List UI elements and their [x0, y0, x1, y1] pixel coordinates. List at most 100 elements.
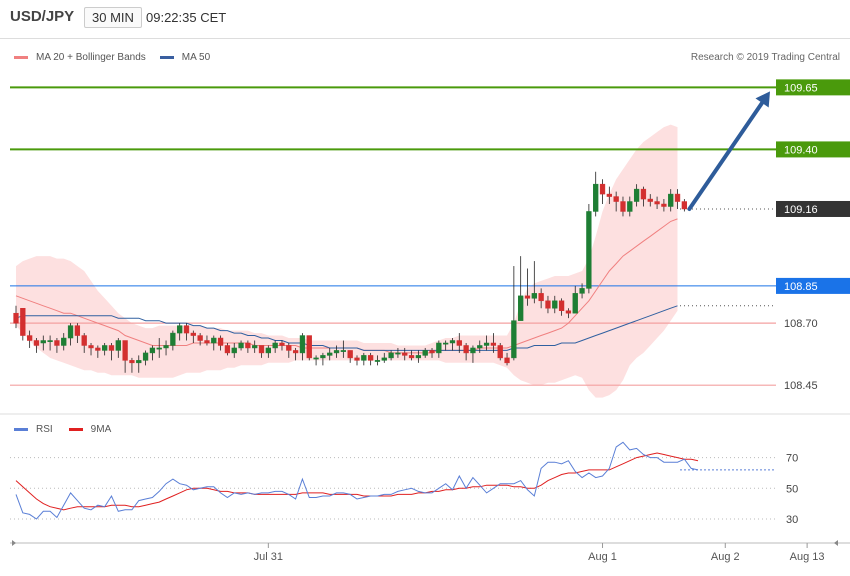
candle-body-74 — [518, 295, 524, 321]
candle-body-88 — [613, 196, 619, 202]
candle-body-71 — [497, 345, 503, 359]
candle-body-34 — [245, 342, 251, 349]
x-tick-label-3: Aug 13 — [790, 551, 825, 563]
candle-body-23 — [170, 332, 176, 346]
candle-body-4 — [40, 340, 46, 344]
candle-body-93 — [647, 198, 653, 202]
candle-body-72 — [504, 357, 510, 364]
candle-body-8 — [67, 325, 74, 339]
candle-body-31 — [224, 345, 231, 354]
candle-body-17 — [129, 360, 135, 364]
level-tag-1: 109.40 — [784, 144, 818, 156]
candle-body-82 — [572, 293, 578, 314]
candle-body-43 — [306, 335, 312, 359]
candle-body-12 — [95, 347, 101, 351]
candle-body-98 — [681, 201, 688, 210]
candle-body-50 — [354, 357, 360, 361]
x-tick-label-2: Aug 2 — [711, 551, 740, 563]
candle-body-10 — [81, 335, 87, 346]
candle-body-46 — [327, 352, 333, 356]
candle-body-35 — [252, 345, 258, 349]
candle-body-97 — [674, 193, 681, 202]
candle-body-11 — [88, 345, 94, 349]
candle-body-6 — [54, 340, 60, 346]
candle-body-28 — [204, 340, 210, 344]
candle-body-51 — [361, 355, 367, 361]
candle-body-62 — [436, 342, 442, 354]
level-tag-4: 108.70 — [784, 318, 818, 330]
candle-body-70 — [490, 342, 497, 346]
candle-body-47 — [333, 350, 340, 354]
candle-body-78 — [545, 300, 551, 309]
candle-body-57 — [402, 352, 408, 356]
candle-body-48 — [340, 350, 347, 352]
candle-body-65 — [456, 340, 462, 346]
candle-body-18 — [136, 360, 142, 364]
candle-body-36 — [258, 345, 265, 354]
candle-body-1 — [20, 307, 26, 336]
rsi-tick-label-1: 50 — [786, 483, 798, 495]
level-tag-3: 108.85 — [784, 281, 818, 293]
candle-body-63 — [443, 342, 449, 345]
candle-body-22 — [163, 345, 169, 349]
candle-body-89 — [620, 201, 626, 212]
candle-body-16 — [122, 340, 128, 361]
candle-body-81 — [565, 310, 572, 314]
candle-body-21 — [156, 347, 162, 350]
candle-body-87 — [606, 193, 612, 197]
rsi-tick-label-2: 70 — [786, 453, 798, 465]
candle-body-55 — [388, 352, 394, 359]
candle-body-40 — [286, 345, 292, 351]
candle-body-76 — [531, 293, 537, 299]
candle-body-32 — [231, 347, 237, 354]
candle-body-30 — [217, 337, 224, 346]
candle-body-80 — [558, 300, 565, 311]
axis-scroll-left-icon — [12, 540, 16, 546]
candle-body-56 — [395, 352, 401, 355]
candle-body-64 — [449, 340, 456, 344]
candle-body-15 — [115, 340, 121, 351]
candle-body-95 — [661, 203, 667, 207]
candle-body-75 — [524, 295, 531, 299]
candle-body-83 — [579, 288, 585, 294]
candle-body-73 — [511, 320, 517, 359]
candle-body-58 — [408, 355, 415, 359]
candle-body-52 — [367, 355, 374, 361]
x-tick-label-0: Jul 31 — [254, 551, 283, 563]
candle-body-96 — [668, 193, 674, 207]
candle-body-54 — [381, 357, 387, 361]
candle-body-9 — [74, 325, 81, 336]
price-chart[interactable]: 109.65 109.40 109.16 108.85 108.70 108.45 30 5… — [0, 0, 850, 576]
candle-body-66 — [463, 345, 469, 354]
candle-body-91 — [633, 188, 640, 202]
candle-body-38 — [272, 342, 278, 349]
candle-body-24 — [177, 325, 183, 334]
level-tag-5: 108.45 — [784, 380, 818, 392]
candle-body-5 — [47, 340, 53, 342]
level-tag-2: 109.16 — [784, 204, 818, 216]
candle-body-68 — [477, 345, 483, 349]
candle-body-86 — [599, 183, 606, 195]
rsi-line — [15, 441, 699, 520]
candle-body-20 — [149, 347, 156, 354]
bollinger-band-area — [16, 124, 678, 398]
rsi-ma-line — [15, 452, 699, 511]
candle-body-94 — [654, 201, 660, 205]
candle-body-67 — [470, 347, 476, 354]
candle-body-37 — [265, 347, 271, 354]
candle-body-19 — [142, 352, 149, 361]
candle-body-44 — [313, 357, 319, 360]
candle-body-27 — [197, 335, 203, 341]
candle-body-92 — [640, 188, 647, 200]
x-tick-label-1: Aug 1 — [588, 551, 617, 563]
candle-body-14 — [108, 345, 115, 351]
candle-body-39 — [279, 342, 285, 346]
axis-scroll-right-icon — [834, 540, 838, 546]
candle-body-53 — [374, 360, 381, 362]
candle-body-69 — [483, 342, 490, 346]
candle-body-77 — [538, 293, 544, 302]
candle-body-41 — [292, 350, 299, 354]
candle-body-2 — [26, 335, 33, 341]
candle-body-85 — [593, 183, 599, 212]
candle-body-0 — [13, 312, 19, 324]
